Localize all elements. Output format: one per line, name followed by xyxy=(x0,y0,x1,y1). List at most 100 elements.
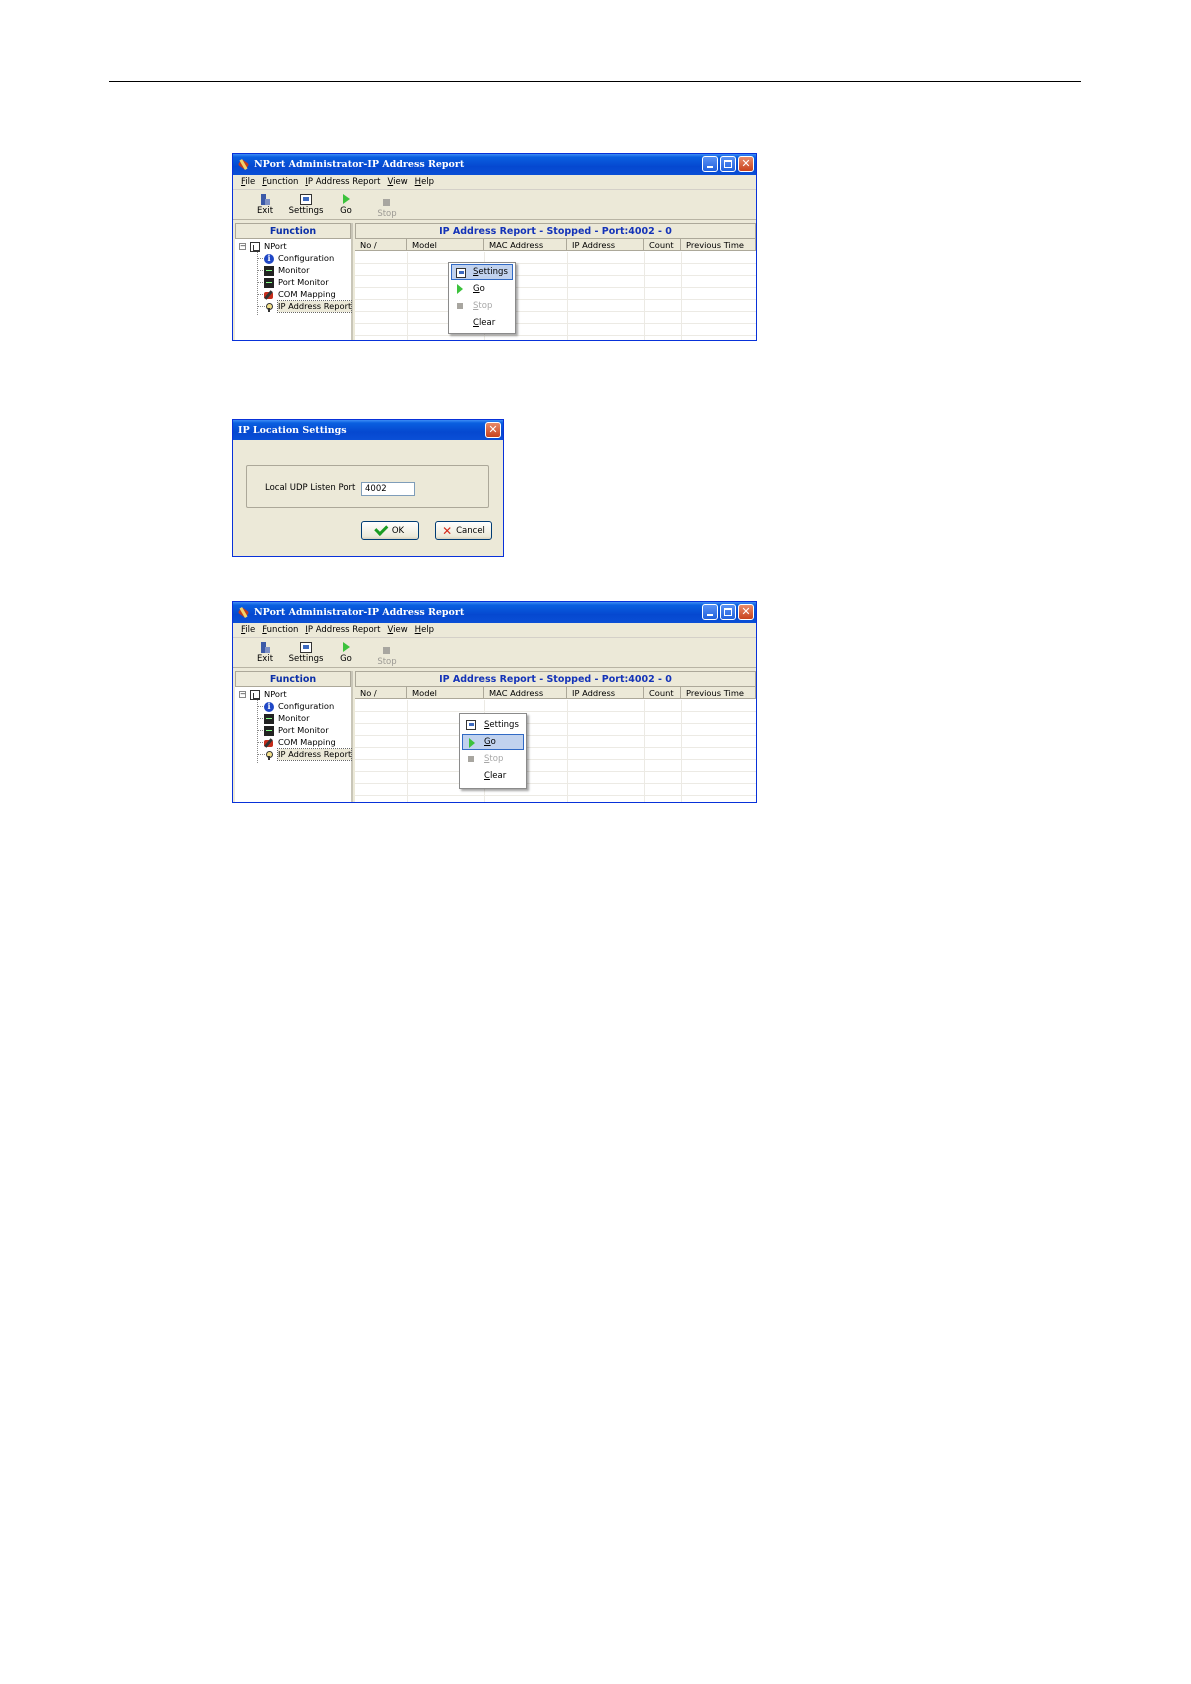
tree-item-configuration[interactable]: Configuration xyxy=(264,253,334,264)
nport-app-icon xyxy=(238,159,249,170)
col-no[interactable]: No / xyxy=(355,687,407,699)
dialog-close-button[interactable]: ✕ xyxy=(485,422,501,438)
stop-label: Stop xyxy=(377,657,397,667)
tree-item-port-monitor[interactable]: Port Monitor xyxy=(264,725,329,736)
ok-button[interactable]: OK xyxy=(361,521,419,540)
settings-button[interactable]: Settings xyxy=(286,640,326,664)
menu-help[interactable]: Help xyxy=(415,625,434,635)
menu-function[interactable]: Function xyxy=(262,625,298,635)
settings-icon xyxy=(456,268,466,278)
stop-button[interactable]: Stop xyxy=(367,643,407,667)
ctx-clear[interactable]: Clear xyxy=(462,768,524,784)
tree-item-ip-address-report[interactable]: IP Address Report xyxy=(264,300,353,313)
settings-icon xyxy=(466,720,476,730)
tree-item-port-monitor[interactable]: Port Monitor xyxy=(264,277,329,288)
tree-item-monitor[interactable]: Monitor xyxy=(264,713,310,724)
menu-file[interactable]: File xyxy=(241,625,255,635)
cancel-button[interactable]: ✕ Cancel xyxy=(435,521,492,540)
col-no[interactable]: No / xyxy=(355,239,407,251)
exit-label: Exit xyxy=(256,654,274,664)
function-header: Function xyxy=(235,223,351,239)
col-previous-time[interactable]: Previous Time xyxy=(681,687,756,699)
tree-item-monitor[interactable]: Monitor xyxy=(264,265,310,276)
ctx-clear[interactable]: Clear xyxy=(451,315,513,331)
stop-icon xyxy=(468,756,474,762)
report-pane: IP Address Report - Stopped - Port:4002 … xyxy=(355,223,756,340)
go-button[interactable]: Go xyxy=(326,192,366,216)
menu-view[interactable]: View xyxy=(387,177,407,187)
settings-icon xyxy=(300,194,312,205)
close-button[interactable]: ✕ xyxy=(738,156,754,172)
ctx-go[interactable]: Go xyxy=(451,281,513,297)
col-model[interactable]: Model xyxy=(407,687,484,699)
play-icon xyxy=(343,642,350,652)
stop-icon xyxy=(383,199,390,206)
toolbar: Exit Settings Go Stop xyxy=(233,638,756,668)
col-mac-address[interactable]: MAC Address xyxy=(484,687,567,699)
udp-port-label: Local UDP Listen Port xyxy=(265,483,356,493)
nport-app-icon xyxy=(238,607,249,618)
report-grid-header: No / Model MAC Address IP Address Count … xyxy=(355,687,756,699)
tree-collapse-toggle[interactable]: − xyxy=(239,243,246,250)
col-count[interactable]: Count xyxy=(644,687,681,699)
tree-item-com-mapping[interactable]: COM Mapping xyxy=(264,737,336,748)
minimize-button[interactable] xyxy=(702,604,718,620)
minimize-button[interactable] xyxy=(702,156,718,172)
menu-ip-address-report[interactable]: IP Address Report xyxy=(305,177,380,187)
ip-report-window-1: NPort Administrator-IP Address Report ✕ … xyxy=(232,153,757,341)
col-mac-address[interactable]: MAC Address xyxy=(484,239,567,251)
play-icon xyxy=(457,284,463,294)
dialog-title: IP Location Settings xyxy=(238,424,347,436)
minimize-icon xyxy=(707,166,713,168)
play-icon xyxy=(469,738,475,748)
ctx-settings[interactable]: Settings xyxy=(451,264,513,280)
menu-bar: File Function IP Address Report View Hel… xyxy=(233,623,756,638)
close-button[interactable]: ✕ xyxy=(738,604,754,620)
col-count[interactable]: Count xyxy=(644,239,681,251)
title-bar[interactable]: NPort Administrator-IP Address Report ✕ xyxy=(233,602,756,623)
menu-ip-address-report[interactable]: IP Address Report xyxy=(305,625,380,635)
report-status-header: IP Address Report - Stopped - Port:4002 … xyxy=(355,671,756,687)
minimize-icon xyxy=(707,614,713,616)
report-pane: IP Address Report - Stopped - Port:4002 … xyxy=(355,671,756,802)
stop-icon xyxy=(457,303,463,309)
maximize-button[interactable] xyxy=(720,156,736,172)
com-mapping-icon xyxy=(264,290,274,300)
ip-report-icon xyxy=(264,302,274,312)
title-bar[interactable]: NPort Administrator-IP Address Report ✕ xyxy=(233,154,756,175)
tree-item-nport[interactable]: NPort xyxy=(250,689,287,700)
col-previous-time[interactable]: Previous Time xyxy=(681,239,756,251)
tree-collapse-toggle[interactable]: − xyxy=(239,691,246,698)
tree-item-nport[interactable]: NPort xyxy=(250,241,287,252)
menu-view[interactable]: View xyxy=(387,625,407,635)
col-ip-address[interactable]: IP Address xyxy=(567,239,644,251)
menu-help[interactable]: Help xyxy=(415,177,434,187)
tree-item-com-mapping[interactable]: COM Mapping xyxy=(264,289,336,300)
col-model[interactable]: Model xyxy=(407,239,484,251)
nport-icon xyxy=(250,241,260,252)
dialog-title-bar[interactable]: IP Location Settings ✕ xyxy=(233,420,503,440)
context-menu: Settings Go Stop Clear xyxy=(448,262,516,334)
ctx-go[interactable]: Go xyxy=(462,734,524,750)
cancel-x-icon: ✕ xyxy=(442,523,453,538)
go-button[interactable]: Go xyxy=(326,640,366,664)
udp-port-input[interactable] xyxy=(361,482,415,496)
menu-file[interactable]: File xyxy=(241,177,255,187)
monitor-icon xyxy=(264,713,274,724)
report-grid-body[interactable] xyxy=(355,700,756,802)
settings-button[interactable]: Settings xyxy=(286,192,326,216)
ctx-stop[interactable]: Stop xyxy=(462,751,524,767)
menu-function[interactable]: Function xyxy=(262,177,298,187)
tree-item-configuration[interactable]: Configuration xyxy=(264,701,334,712)
report-grid-body[interactable] xyxy=(355,252,756,340)
ctx-settings[interactable]: Settings xyxy=(462,717,524,733)
ctx-stop[interactable]: Stop xyxy=(451,298,513,314)
exit-button[interactable]: Exit xyxy=(245,640,285,664)
tree-item-ip-address-report[interactable]: IP Address Report xyxy=(264,748,353,761)
maximize-icon xyxy=(724,608,732,616)
col-ip-address[interactable]: IP Address xyxy=(567,687,644,699)
exit-icon xyxy=(260,642,270,653)
exit-button[interactable]: Exit xyxy=(245,192,285,216)
maximize-button[interactable] xyxy=(720,604,736,620)
stop-button[interactable]: Stop xyxy=(367,195,407,219)
